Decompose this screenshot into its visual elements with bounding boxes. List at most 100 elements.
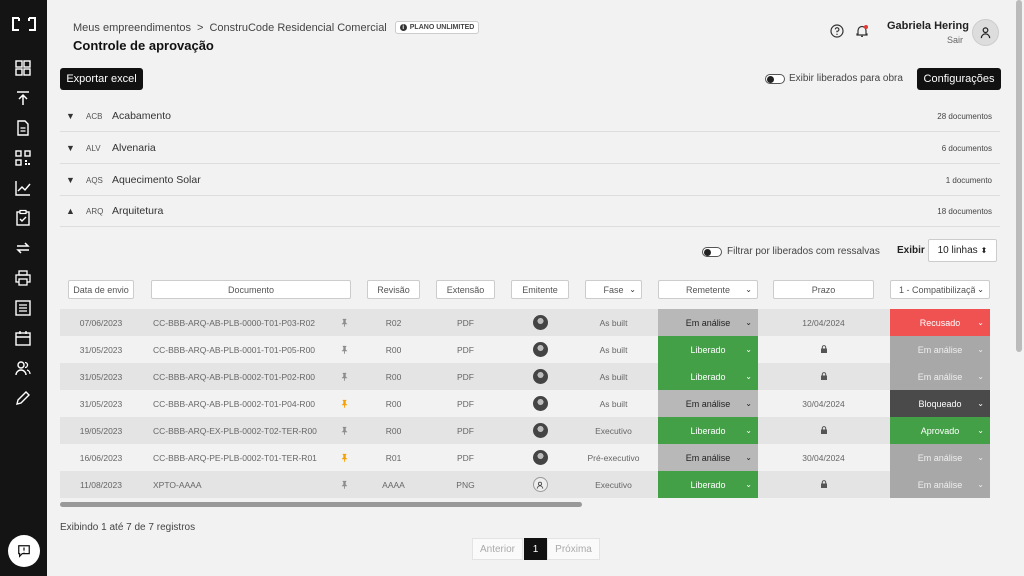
lock-icon	[820, 371, 828, 382]
document-icon[interactable]	[14, 119, 32, 137]
chevron-down-icon: ⌄	[745, 453, 752, 462]
pin-active-icon[interactable]	[336, 444, 352, 471]
group-code: ARQ	[86, 206, 104, 216]
chart-icon[interactable]	[14, 179, 32, 197]
etapa-status-select[interactable]: Bloqueado ⌄	[890, 390, 990, 417]
chevron-down-icon: ⌄	[745, 426, 752, 435]
discipline-group-aqs[interactable]: ▼ AQS Aquecimento Solar 1 documento	[60, 165, 1000, 196]
remetente-status-select[interactable]: Liberado ⌄	[658, 363, 758, 390]
approval-cycle-icon[interactable]	[14, 239, 32, 257]
cell-document[interactable]: CC-BBB-ARQ-AB-PLB-0002-T01-P02-R00	[153, 363, 353, 390]
chevron-down-icon[interactable]: ▼	[66, 143, 78, 153]
filter-prazo[interactable]: Prazo	[773, 280, 874, 299]
remetente-status-select[interactable]: Liberado ⌄	[658, 336, 758, 363]
discipline-group-alv[interactable]: ▼ ALV Alvenaria 6 documentos	[60, 133, 1000, 164]
cell-document[interactable]: CC-BBB-ARQ-PE-PLB-0002-T01-TER-R01	[153, 444, 353, 471]
pin-icon[interactable]	[336, 336, 352, 363]
table-row[interactable]: 11/08/2023 XPTO-AAAA AAAA PNG Executivo Liber…	[60, 471, 990, 498]
next-page-button[interactable]: Próxima	[547, 538, 600, 560]
ressalvas-toggle[interactable]	[702, 247, 722, 257]
table-horizontal-scrollbar[interactable]	[60, 502, 582, 507]
table-row[interactable]: 19/05/2023 CC-BBB-ARQ-EX-PLB-0002-T02-TER…	[60, 417, 990, 444]
users-icon[interactable]	[14, 359, 32, 377]
qrcode-icon[interactable]	[14, 149, 32, 167]
etapa-status-select[interactable]: Em análise ⌄	[890, 471, 990, 498]
pin-icon[interactable]	[336, 417, 352, 444]
discipline-group-arq[interactable]: ▲ ARQ Arquitetura 18 documentos	[60, 196, 1000, 227]
table-row[interactable]: 31/05/2023 CC-BBB-ARQ-AB-PLB-0002-T01-P04…	[60, 390, 990, 417]
printer-icon[interactable]	[14, 269, 32, 287]
status-label: Em análise	[917, 479, 963, 490]
remetente-status-select[interactable]: Em análise ⌄	[658, 444, 758, 471]
liberados-toggle-label: Exibir liberados para obra	[789, 73, 903, 84]
chevron-down-icon[interactable]: ▼	[66, 111, 78, 121]
remetente-status-select[interactable]: Liberado ⌄	[658, 471, 758, 498]
table-row[interactable]: 07/06/2023 CC-BBB-ARQ-AB-PLB-0000-T01-P03…	[60, 309, 990, 336]
filter-data-envio[interactable]: Data de envio	[68, 280, 134, 299]
logout-link[interactable]: Sair	[947, 35, 963, 45]
dashboard-icon[interactable]	[14, 59, 32, 77]
chevron-down-icon: ⌄	[977, 453, 984, 462]
cell-extension: PDF	[457, 452, 474, 463]
table-row[interactable]: 31/05/2023 CC-BBB-ARQ-AB-PLB-0002-T01-P02…	[60, 363, 990, 390]
pin-icon[interactable]	[336, 363, 352, 390]
filter-etapa[interactable]: 1 - Compatibilização ⌄	[890, 280, 990, 299]
calendar-icon[interactable]	[14, 329, 32, 347]
user-avatar[interactable]	[972, 19, 999, 46]
remetente-status-select[interactable]: Em análise ⌄	[658, 309, 758, 336]
chevron-up-icon[interactable]: ▲	[66, 206, 78, 216]
cell-document[interactable]: CC-BBB-ARQ-EX-PLB-0002-T02-TER-R00	[153, 417, 353, 444]
filter-remetente[interactable]: Remetente ⌄	[658, 280, 758, 299]
remetente-status-select[interactable]: Em análise ⌄	[658, 390, 758, 417]
chevron-down-icon[interactable]: ▼	[66, 175, 78, 185]
pin-icon[interactable]	[336, 471, 352, 498]
pin-active-icon[interactable]	[336, 390, 352, 417]
rows-per-page-select[interactable]: 10 linhas ⬍	[928, 239, 997, 262]
etapa-status-select[interactable]: Em análise ⌄	[890, 444, 990, 471]
breadcrumb-project: ConstruCode Residencial Comercial	[209, 21, 387, 34]
filter-extensao[interactable]: Extensão	[436, 280, 495, 299]
filter-revisao[interactable]: Revisão	[367, 280, 420, 299]
cell-phase: Pré-executivo	[587, 452, 640, 463]
etapa-status-select[interactable]: Em análise ⌄	[890, 363, 990, 390]
bell-icon[interactable]	[855, 24, 869, 38]
pencil-icon[interactable]	[14, 389, 32, 407]
filter-emitente[interactable]: Emitente	[511, 280, 569, 299]
cell-date: 31/05/2023	[79, 344, 123, 355]
liberados-toggle[interactable]	[765, 74, 785, 84]
export-excel-button[interactable]: Exportar excel	[60, 68, 143, 90]
status-label: Recusado	[919, 317, 961, 328]
etapa-status-select[interactable]: Aprovado ⌄	[890, 417, 990, 444]
upload-icon[interactable]	[14, 89, 32, 107]
settings-button[interactable]: Configurações	[917, 68, 1001, 90]
table-row[interactable]: 16/06/2023 CC-BBB-ARQ-PE-PLB-0002-T01-TER…	[60, 444, 990, 471]
chevron-down-icon: ⌄	[977, 426, 984, 435]
emitter-avatar	[511, 309, 569, 336]
list-icon[interactable]	[14, 299, 32, 317]
cell-deadline	[773, 417, 874, 444]
cell-extension: PDF	[457, 398, 474, 409]
etapa-status-select[interactable]: Em análise ⌄	[890, 336, 990, 363]
pin-icon[interactable]	[336, 309, 352, 336]
brand-logo-icon[interactable]	[10, 16, 38, 32]
cell-document[interactable]: CC-BBB-ARQ-AB-PLB-0002-T01-P04-R00	[153, 390, 353, 417]
records-summary: Exibindo 1 até 7 de 7 registros	[60, 522, 196, 533]
remetente-status-select[interactable]: Liberado ⌄	[658, 417, 758, 444]
cell-document[interactable]: XPTO-AAAA	[153, 471, 353, 498]
cell-document[interactable]: CC-BBB-ARQ-AB-PLB-0001-T01-P05-R00	[153, 336, 353, 363]
page-vertical-scrollbar[interactable]	[1016, 0, 1022, 352]
prev-page-button[interactable]: Anterior	[472, 538, 523, 560]
chat-alert-icon[interactable]	[8, 535, 40, 567]
rows-per-page-label: Exibir	[897, 245, 925, 256]
cell-document[interactable]: CC-BBB-ARQ-AB-PLB-0000-T01-P03-R02	[153, 309, 353, 336]
etapa-status-select[interactable]: Recusado ⌄	[890, 309, 990, 336]
group-count: 18 documentos	[937, 206, 992, 216]
filter-fase[interactable]: Fase ⌄	[585, 280, 642, 299]
filter-documento[interactable]: Documento	[151, 280, 351, 299]
table-row[interactable]: 31/05/2023 CC-BBB-ARQ-AB-PLB-0001-T01-P05…	[60, 336, 990, 363]
page-1-button[interactable]: 1	[524, 538, 547, 560]
clipboard-check-icon[interactable]	[14, 209, 32, 227]
discipline-group-acb[interactable]: ▼ ACB Acabamento 28 documentos	[60, 101, 1000, 132]
help-icon[interactable]	[830, 24, 844, 38]
breadcrumb-root[interactable]: Meus empreendimentos	[73, 22, 191, 34]
